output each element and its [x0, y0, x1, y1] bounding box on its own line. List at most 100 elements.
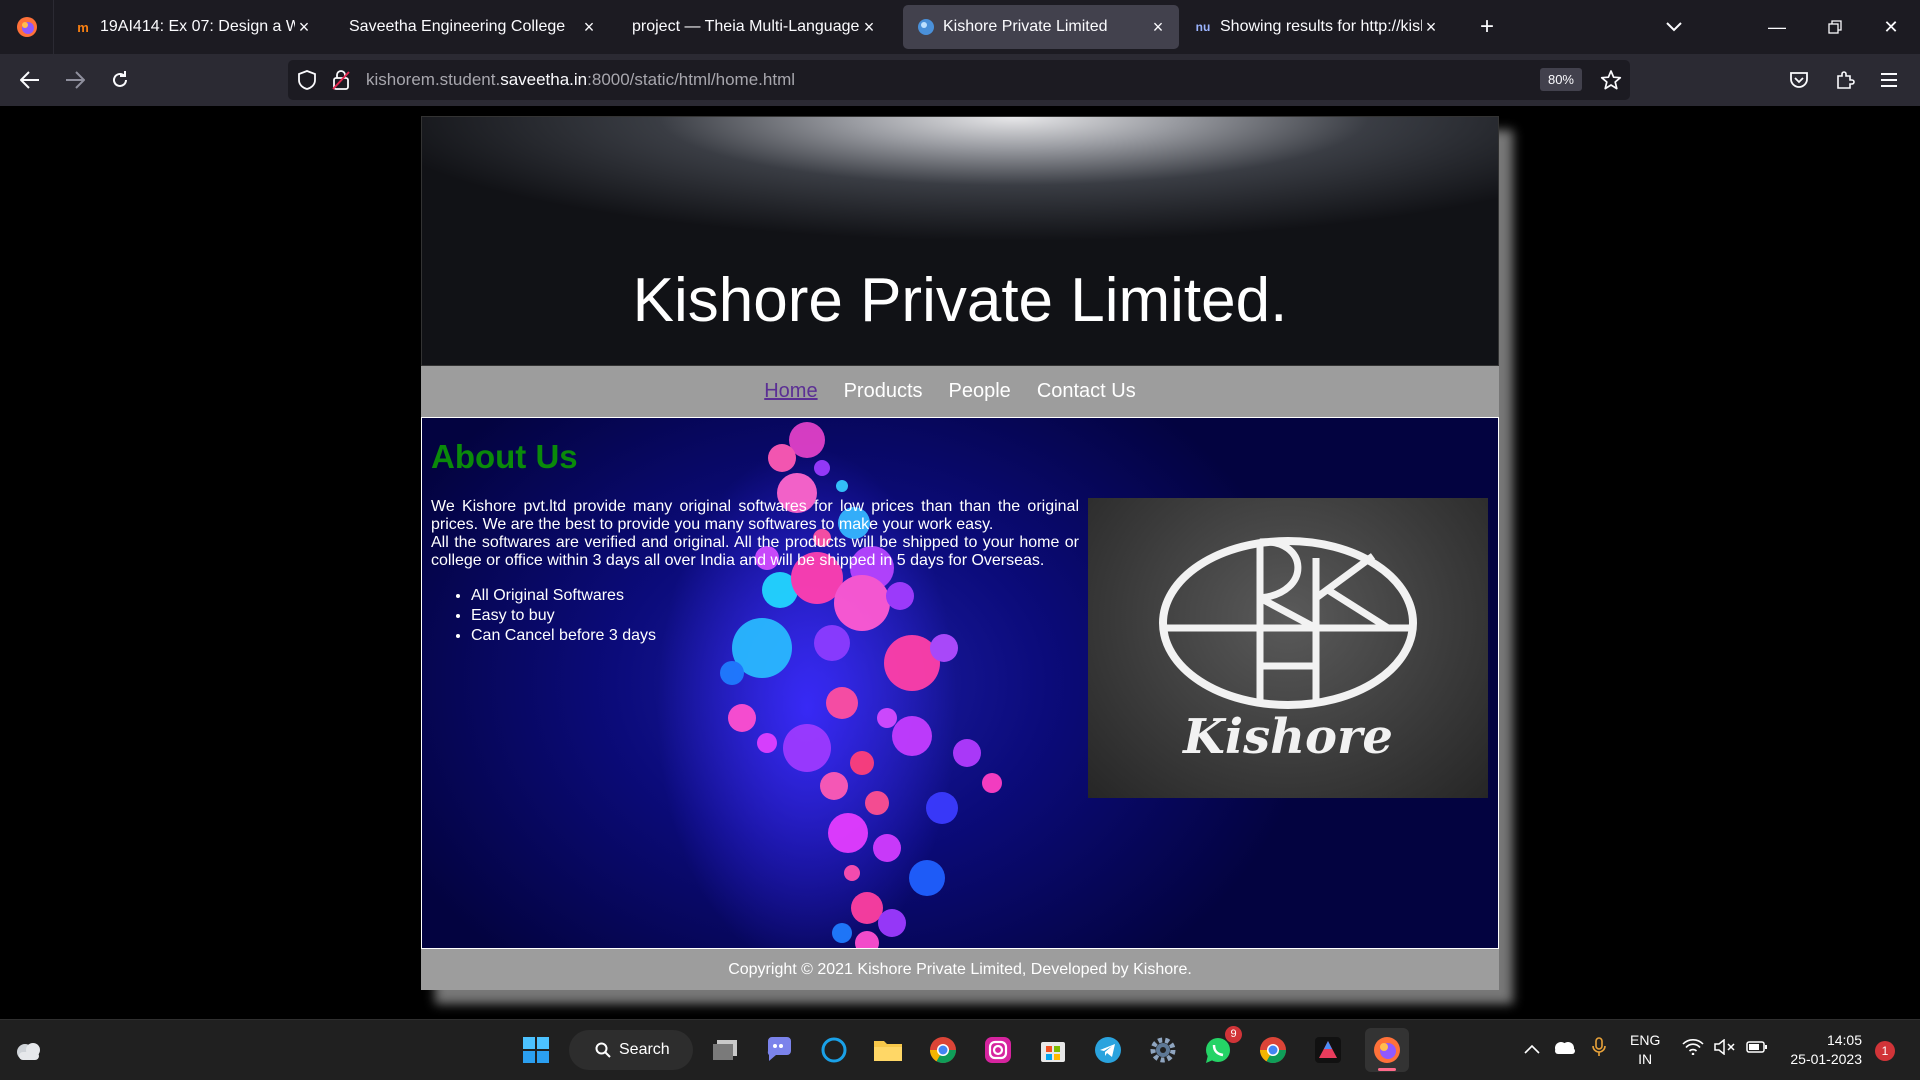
menu-contact-link[interactable]: Contact Us — [1037, 380, 1136, 403]
start-button[interactable] — [518, 1032, 554, 1068]
reload-button[interactable] — [102, 62, 138, 98]
back-arrow-icon — [20, 71, 39, 89]
chrome-profile-button[interactable] — [1255, 1032, 1291, 1068]
tab-4-active[interactable]: Kishore Private Limited × — [903, 5, 1179, 49]
features-list: All Original Softwares Easy to buy Can C… — [471, 586, 656, 646]
insecure-lock-icon[interactable] — [332, 70, 350, 90]
active-indicator — [1378, 1068, 1396, 1071]
cortana-button[interactable] — [816, 1032, 852, 1068]
list-all-tabs-button[interactable] — [1657, 10, 1691, 44]
task-view-icon — [713, 1040, 737, 1060]
address-bar[interactable]: kishorem.student.saveetha.in:8000/static… — [288, 60, 1630, 100]
whatsapp-button[interactable]: 9 — [1200, 1026, 1242, 1068]
chevron-up-icon — [1524, 1044, 1540, 1054]
banner: Kishore Private Limited. — [421, 116, 1499, 366]
forward-button[interactable] — [57, 62, 93, 98]
network-volume-battery-button[interactable] — [1682, 1039, 1768, 1055]
region-code: IN — [1638, 1051, 1653, 1067]
show-hidden-icons-button[interactable] — [1524, 1040, 1540, 1059]
zoom-level-button[interactable]: 80% — [1539, 68, 1582, 91]
search-label: Search — [619, 1041, 670, 1058]
firefox-view-button[interactable] — [0, 0, 54, 54]
close-icon[interactable]: × — [1149, 17, 1167, 38]
task-view-button[interactable] — [707, 1032, 743, 1068]
microphone-button[interactable] — [1592, 1037, 1606, 1062]
taskbar-search-button[interactable]: Search — [569, 1030, 693, 1070]
microsoft-store-button[interactable] — [1035, 1032, 1071, 1068]
search-icon — [595, 1042, 611, 1058]
windows-taskbar: Search 9 ENG IN 14:05 25-01-2023 1 — [0, 1019, 1920, 1080]
settings-button[interactable] — [1145, 1032, 1181, 1068]
bookmark-star-icon[interactable] — [1600, 69, 1622, 91]
tab-2[interactable]: Saveetha Engineering College × — [335, 5, 610, 49]
tab-bar: m 19AI414: Ex 07: Design a Websit × Save… — [0, 0, 1920, 54]
list-item: All Original Softwares — [471, 586, 656, 606]
folder-icon — [874, 1041, 902, 1061]
language-code: ENG — [1630, 1032, 1661, 1048]
menu-products-link[interactable]: Products — [844, 380, 923, 403]
close-icon[interactable]: × — [295, 17, 313, 38]
close-icon[interactable]: × — [1422, 17, 1440, 38]
chrome-icon — [1259, 1037, 1287, 1064]
file-explorer-button[interactable] — [870, 1032, 906, 1068]
chrome-button[interactable] — [925, 1032, 961, 1068]
shield-icon[interactable] — [298, 70, 316, 90]
globe-icon — [917, 18, 935, 36]
puzzle-icon — [1837, 71, 1855, 89]
kishore-logo-image: Kishore — [1088, 498, 1488, 798]
tab-title: Saveetha Engineering College — [349, 18, 566, 35]
notification-badge: 9 — [1225, 1026, 1242, 1043]
tab-1[interactable]: m 19AI414: Ex 07: Design a Websit × — [60, 5, 325, 49]
close-window-button[interactable]: ✕ — [1868, 8, 1914, 46]
tab-title: Showing results for http://kishor — [1220, 18, 1422, 35]
affinity-icon — [1315, 1037, 1341, 1063]
instagram-icon — [985, 1037, 1011, 1063]
wifi-icon — [1682, 1039, 1704, 1055]
svg-text:Kishore: Kishore — [1181, 709, 1393, 765]
windows-logo-icon — [523, 1037, 549, 1063]
app-menu-button[interactable] — [1871, 62, 1907, 98]
notification-center-button[interactable]: 1 — [1875, 1041, 1895, 1061]
weather-widget-button[interactable] — [10, 1032, 46, 1068]
footer: Copyright © 2021 Kishore Private Limited… — [421, 949, 1499, 990]
clock-date: 25-01-2023 — [1790, 1051, 1862, 1067]
clock-button[interactable]: 14:05 25-01-2023 — [1782, 1031, 1862, 1069]
about-text: We Kishore pvt.ltd provide many original… — [431, 498, 1079, 570]
new-tab-button[interactable]: + — [1470, 10, 1504, 44]
site-menu: Home Products People Contact Us — [421, 366, 1499, 417]
reload-icon — [113, 71, 127, 87]
tab-5[interactable]: nu Showing results for http://kishor × — [1180, 5, 1452, 49]
restore-icon — [1828, 20, 1842, 34]
restore-button[interactable] — [1812, 8, 1858, 46]
clock-time: 14:05 — [1826, 1032, 1862, 1048]
telegram-button[interactable] — [1090, 1032, 1126, 1068]
microphone-icon — [1592, 1037, 1606, 1056]
menu-people-link[interactable]: People — [949, 380, 1011, 403]
pocket-button[interactable] — [1781, 62, 1817, 98]
close-icon[interactable]: × — [860, 17, 878, 38]
onedrive-button[interactable] — [1552, 1040, 1576, 1059]
url-text[interactable]: kishorem.student.saveetha.in:8000/static… — [366, 70, 795, 90]
close-icon[interactable]: × — [580, 17, 598, 38]
kh-monogram-logo: Kishore — [1159, 537, 1417, 765]
list-item: Can Cancel before 3 days — [471, 626, 656, 646]
chat-icon — [767, 1037, 791, 1061]
tab-title: 19AI414: Ex 07: Design a Websit — [100, 18, 295, 35]
teams-chat-button[interactable] — [761, 1032, 797, 1068]
tab-title: Kishore Private Limited — [943, 18, 1108, 35]
minimize-button[interactable]: — — [1754, 8, 1800, 46]
menu-home-link[interactable]: Home — [764, 380, 817, 403]
cloud-icon — [17, 1043, 40, 1060]
extensions-button[interactable] — [1827, 62, 1863, 98]
onedrive-cloud-icon — [1555, 1042, 1575, 1054]
instagram-button[interactable] — [980, 1032, 1016, 1068]
back-button[interactable] — [12, 62, 48, 98]
moodle-icon: m — [77, 19, 89, 35]
battery-icon — [1746, 1041, 1767, 1053]
notification-count: 1 — [1881, 1044, 1889, 1058]
affinity-button[interactable] — [1310, 1032, 1346, 1068]
tab-3[interactable]: project — Theia Multi-Language Ex × — [618, 5, 890, 49]
content-area: About Us We Kishore pvt.ltd provide many… — [421, 417, 1499, 949]
firefox-taskbar-button[interactable] — [1365, 1028, 1409, 1072]
language-indicator[interactable]: ENG IN — [1630, 1031, 1660, 1069]
